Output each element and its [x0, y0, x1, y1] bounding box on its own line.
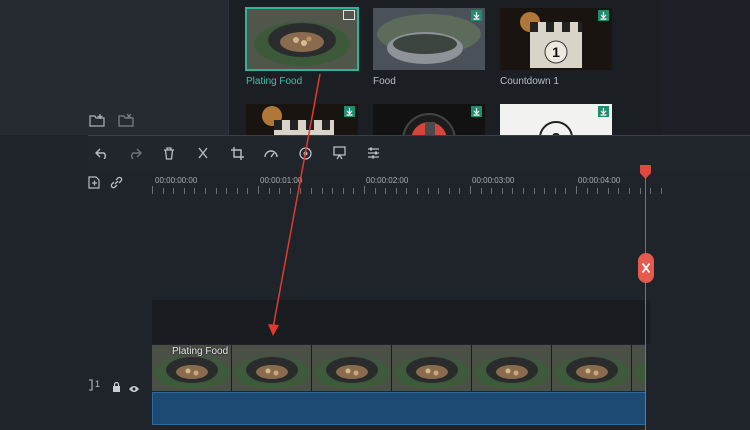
annotation-arrow	[268, 73, 321, 336]
